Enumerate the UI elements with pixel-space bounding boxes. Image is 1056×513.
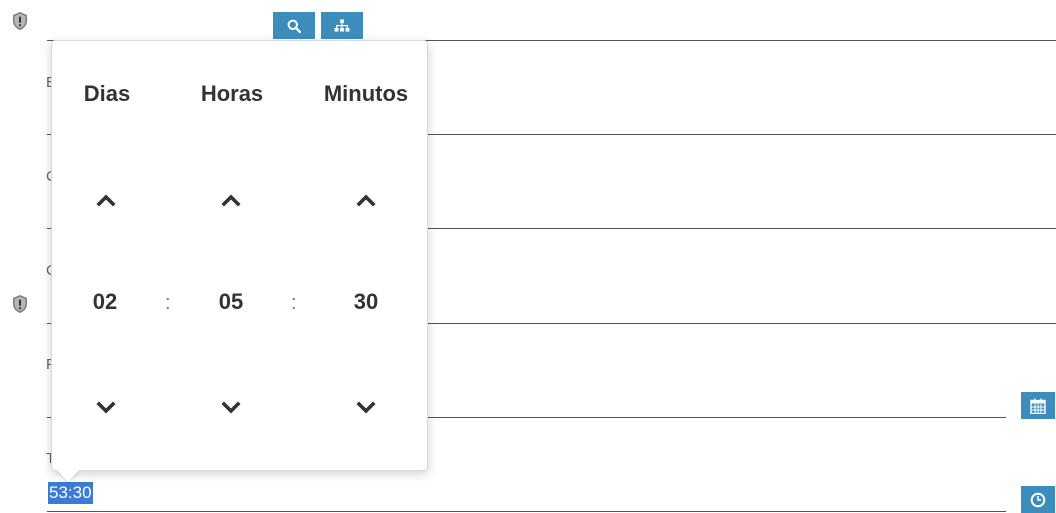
calendar-button[interactable] [1021, 392, 1055, 419]
minutes-header: Minutos [323, 81, 409, 106]
days-header: Dias [83, 81, 131, 106]
days-increment-chevron-up-icon[interactable] [94, 192, 118, 208]
minutes-value: 30 [353, 289, 379, 314]
popup-pointer [57, 470, 79, 482]
minutes-increment-chevron-up-icon[interactable] [354, 192, 378, 208]
search-button[interactable] [273, 12, 315, 39]
shield-warning-icon [13, 295, 27, 313]
time-separator: : [165, 292, 171, 314]
calendar-icon [1030, 398, 1046, 414]
days-decrement-chevron-down-icon[interactable] [94, 400, 118, 416]
clock-button[interactable] [1021, 486, 1055, 513]
search-icon [287, 19, 301, 33]
hours-header: Horas [200, 81, 264, 106]
hours-increment-chevron-up-icon[interactable] [219, 192, 243, 208]
sitemap-icon [334, 19, 350, 31]
duration-input[interactable]: 53:30 [48, 482, 93, 504]
clock-icon [1030, 492, 1046, 507]
days-value: 02 [92, 289, 118, 314]
field-underline [47, 511, 1006, 512]
minutes-decrement-chevron-down-icon[interactable] [354, 400, 378, 416]
hierarchy-button[interactable] [321, 12, 363, 39]
hours-decrement-chevron-down-icon[interactable] [219, 400, 243, 416]
time-separator: : [291, 292, 297, 314]
hours-value: 05 [218, 289, 244, 314]
shield-warning-icon [13, 12, 27, 30]
